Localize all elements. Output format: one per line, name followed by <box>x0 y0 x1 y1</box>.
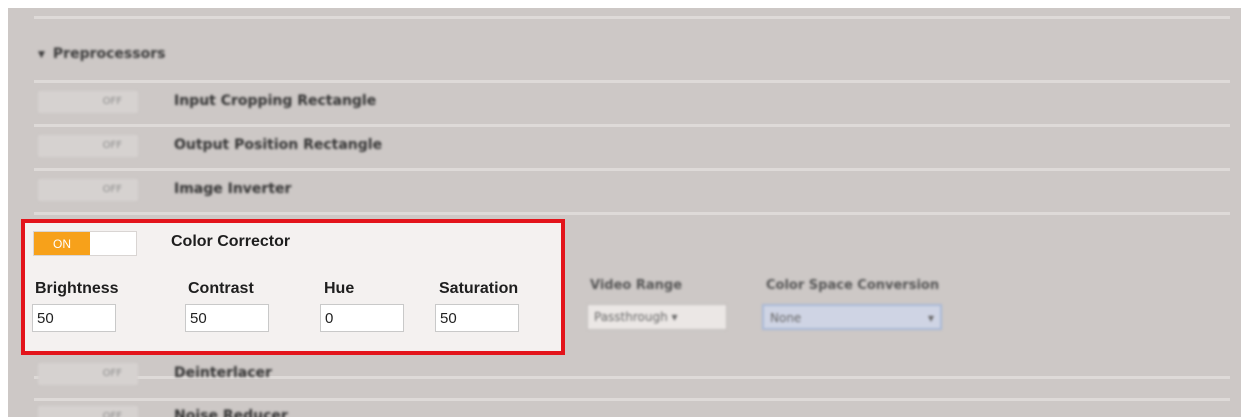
row-deinterlacer: OFF Deinterlacer <box>38 363 1228 385</box>
toggle-switch[interactable]: OFF <box>38 406 138 417</box>
brightness-input[interactable] <box>32 304 116 332</box>
contrast-label: Contrast <box>188 280 254 297</box>
color-space-conversion-select[interactable]: None ▾ <box>762 304 942 330</box>
saturation-input[interactable] <box>435 304 519 332</box>
divider <box>34 398 1230 401</box>
toggle-on-label: ON <box>34 232 90 255</box>
row-output-position: OFF Output Position Rectangle <box>38 135 1228 157</box>
color-corrector-highlight: ON Color Corrector Brightness Contrast H… <box>21 219 565 355</box>
hue-input[interactable] <box>320 304 404 332</box>
toggle-switch[interactable]: OFF <box>38 179 138 201</box>
toggle-switch[interactable]: OFF <box>38 363 138 385</box>
preprocessors-panel: ▼ Preprocessors OFF Input Cropping Rectan… <box>8 8 1241 417</box>
brightness-label: Brightness <box>35 280 119 297</box>
chevron-down-icon: ▾ <box>671 310 678 324</box>
triangle-down-icon: ▼ <box>38 50 45 60</box>
row-input-cropping: OFF Input Cropping Rectangle <box>38 91 1228 113</box>
toggle-switch[interactable]: OFF <box>38 91 138 113</box>
section-header[interactable]: ▼ Preprocessors <box>38 46 165 62</box>
row-label: Output Position Rectangle <box>174 137 383 153</box>
contrast-input[interactable] <box>185 304 269 332</box>
row-label: Image Inverter <box>174 181 292 197</box>
divider <box>34 16 1230 19</box>
video-range-label: Video Range <box>590 278 683 293</box>
toggle-switch[interactable]: OFF <box>38 135 138 157</box>
color-corrector-toggle[interactable]: ON <box>33 231 137 256</box>
color-corrector-title: Color Corrector <box>171 233 291 250</box>
row-label: Deinterlacer <box>174 365 272 381</box>
video-range-select[interactable]: Passthrough ▾ <box>587 304 727 330</box>
saturation-label: Saturation <box>439 280 519 297</box>
row-noise-reducer: OFF Noise Reducer <box>38 406 1228 417</box>
divider <box>34 212 1230 215</box>
row-label: Input Cropping Rectangle <box>174 93 377 109</box>
hue-label: Hue <box>324 280 355 297</box>
section-title: Preprocessors <box>52 46 166 62</box>
row-image-inverter: OFF Image Inverter <box>38 179 1228 201</box>
color-space-conversion-label: Color Space Conversion <box>766 278 940 293</box>
divider <box>34 80 1230 83</box>
divider <box>34 168 1230 171</box>
divider <box>34 124 1230 127</box>
chevron-down-icon: ▾ <box>927 311 934 325</box>
row-label: Noise Reducer <box>174 408 288 417</box>
